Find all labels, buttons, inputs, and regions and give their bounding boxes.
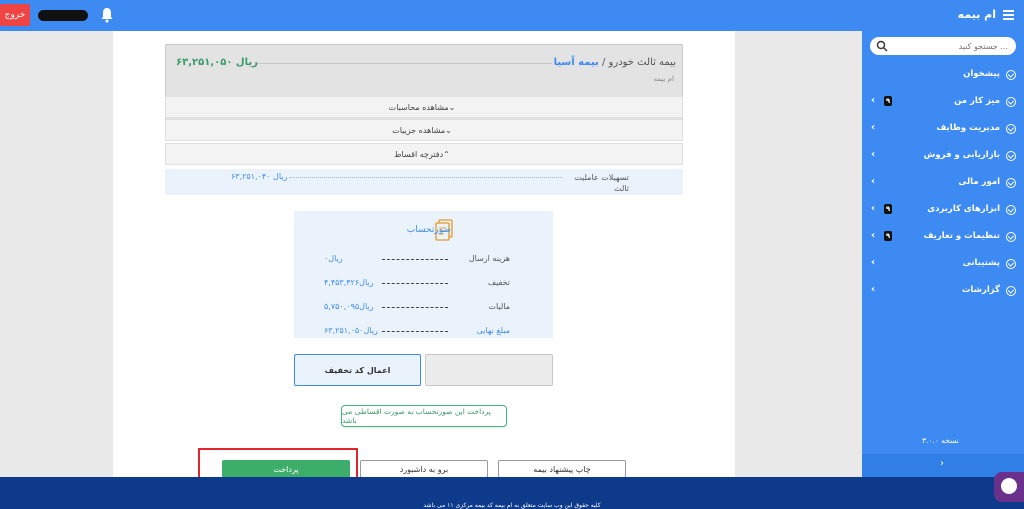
- invoice-row-label: مبلغ نهایی: [476, 326, 510, 335]
- sidebar-item-label: امور مالی: [958, 177, 1000, 187]
- invoice-row-value: ۶۳,۲۵۱,۰۵۰ریال: [324, 326, 378, 335]
- invoice-panel: صورتحساب هزینه ارسال ۰ریال تخفیف ۴,۴۵۳,۴…: [294, 211, 553, 338]
- divider: [289, 177, 563, 178]
- check-circle-icon: [1006, 124, 1016, 134]
- sidebar-item-task-management[interactable]: ‹ مدیریت وظایف: [862, 119, 1024, 139]
- chat-icon: [1001, 478, 1017, 494]
- print-proposal-button[interactable]: چاپ پیشنهاد بیمه: [498, 460, 626, 478]
- sidebar-item-label: تنظیمات و تعاریف: [923, 231, 1000, 241]
- app-title: ام بیمه: [957, 8, 996, 21]
- chevron-up-icon: ⌃: [443, 149, 450, 159]
- check-circle-icon: [1006, 178, 1016, 188]
- policy-title: بیمه ثالث خودرو / بیمه آسیا: [554, 57, 676, 68]
- invoice-row-tax: مالیات ۵,۷۵۰,۰۹۵ریال: [324, 302, 510, 314]
- facility-row: تسهیلات عاملیت ثالث ۶۳,۲۵۱,۰۴۰ ریال: [165, 169, 683, 195]
- exit-button[interactable]: خروج: [0, 4, 30, 26]
- policy-subtitle: ام بیمه: [653, 75, 674, 83]
- search-box: [870, 37, 1016, 55]
- sidebar-item-tools[interactable]: ‹ ۹ ابزارهای کاربردی: [862, 200, 1024, 220]
- chevron-down-icon: ⌄: [448, 102, 456, 112]
- discount-code-input[interactable]: [425, 354, 553, 386]
- invoice-row-shipping: هزینه ارسال ۰ریال: [324, 254, 510, 266]
- facility-label: تسهیلات عاملیت ثالث: [574, 173, 629, 194]
- chevron-left-icon: ‹: [871, 257, 876, 268]
- policy-type: بیمه ثالث خودرو: [608, 57, 676, 68]
- chevron-left-icon: ‹: [871, 284, 876, 295]
- accordion-calculations[interactable]: مشاهده محاسبات ⌄: [165, 96, 683, 118]
- sidebar-item-label: میز کار من: [954, 96, 1000, 106]
- sidebar-item-finance[interactable]: ‹ امور مالی: [862, 173, 1024, 193]
- breadcrumb-separator: /: [601, 57, 606, 68]
- sidebar-item-marketing-sales[interactable]: ‹ بازاریابی و فروش: [862, 146, 1024, 166]
- chevron-down-icon: ⌄: [445, 125, 452, 135]
- invoice-row-label: تخفیف: [487, 278, 510, 287]
- sidebar-item-label: پشتیبانی: [962, 258, 1000, 268]
- notification-badge: ۹: [884, 204, 892, 214]
- menu-icon[interactable]: [1003, 10, 1014, 20]
- sidebar-item-reports[interactable]: ‹ گزارشات: [862, 281, 1024, 301]
- sidebar-item-my-desk[interactable]: ‹ ۹ میز کار من: [862, 92, 1024, 112]
- search-input[interactable]: [890, 39, 1008, 53]
- discount-code-section: اعمال کد تخفیف: [294, 354, 553, 386]
- check-circle-icon: [1006, 205, 1016, 215]
- sidebar-item-label: ابزارهای کاربردی: [927, 204, 1000, 214]
- user-name-redacted[interactable]: [38, 10, 88, 21]
- chat-widget-button[interactable]: [994, 472, 1024, 502]
- chevron-left-icon: ‹: [871, 203, 876, 214]
- check-circle-icon: [1006, 286, 1016, 296]
- sidebar-item-label: پیشخوان: [963, 69, 1000, 79]
- go-to-dashboard-button[interactable]: برو به داشبورد: [360, 460, 488, 478]
- apply-discount-button[interactable]: اعمال کد تخفیف: [294, 354, 421, 386]
- accordion-details[interactable]: مشاهده جزییات ⌄: [165, 119, 683, 141]
- insurer-link[interactable]: بیمه آسیا: [554, 57, 599, 68]
- divider: [256, 63, 552, 64]
- main-content: بیمه ثالث خودرو / بیمه آسیا ام بیمه ۶۳,۲…: [113, 31, 735, 478]
- footer: کلیه حقوق این وب سایت متعلق به ام بیمه ک…: [0, 477, 1024, 509]
- check-circle-icon: [1006, 70, 1016, 80]
- installment-notice: پرداخت این صورتحساب به صورت اقساطی می با…: [341, 405, 507, 427]
- sidebar-item-support[interactable]: ‹ پشتیبانی: [862, 254, 1024, 274]
- accordion-label: دفترچه اقساط: [394, 149, 444, 159]
- sidebar-item-dashboard[interactable]: پیشخوان: [862, 65, 1024, 85]
- sidebar-item-settings[interactable]: ‹ ۹ تنظیمات و تعاریف: [862, 227, 1024, 247]
- check-circle-icon: [1006, 151, 1016, 161]
- sidebar-item-label: گزارشات: [961, 285, 1000, 295]
- sidebar-item-label: مدیریت وظایف: [936, 123, 1000, 133]
- invoice-row-discount: تخفیف ۴,۴۵۳,۴۲۶ریال: [324, 278, 510, 290]
- chevron-left-icon: ‹: [871, 230, 876, 241]
- invoice-row-value: ۵,۷۵۰,۰۹۵ریال: [324, 302, 374, 311]
- footer-copyright: کلیه حقوق این وب سایت متعلق به ام بیمه ک…: [423, 502, 601, 509]
- chevron-left-icon: ‹: [871, 149, 876, 160]
- search-icon[interactable]: [876, 40, 888, 52]
- invoice-title: صورتحساب: [406, 225, 451, 235]
- invoice-row-label: هزینه ارسال: [468, 254, 510, 263]
- chevron-right-icon: ›: [940, 458, 944, 469]
- accordion-installments[interactable]: دفترچه اقساط ⌃: [165, 143, 683, 165]
- chevron-left-icon: ‹: [871, 176, 876, 187]
- policy-price: ۶۳,۲۵۱,۰۵۰ ریال: [176, 57, 258, 68]
- check-circle-icon: [1006, 232, 1016, 242]
- invoice-row-value: ۰ریال: [324, 254, 343, 263]
- top-bar: خروج ام بیمه: [0, 0, 1024, 31]
- invoice-row-label: مالیات: [488, 302, 510, 311]
- check-circle-icon: [1006, 259, 1016, 269]
- chevron-left-icon: ‹: [871, 122, 876, 133]
- sidebar: پیشخوان ‹ ۹ میز کار من ‹ مدیریت وظایف ‹ …: [862, 31, 1024, 477]
- version-label: نسخه ۳.۰.۰: [922, 436, 959, 445]
- facility-value: ۶۳,۲۵۱,۰۴۰ ریال: [231, 172, 288, 181]
- notification-badge: ۹: [884, 96, 892, 106]
- invoice-row-value: ۴,۴۵۳,۴۲۶ریال: [324, 278, 374, 287]
- check-circle-icon: [1006, 97, 1016, 107]
- chevron-left-icon: ‹: [871, 95, 876, 106]
- accordion-label: مشاهده جزییات: [392, 125, 446, 135]
- sidebar-item-label: بازاریابی و فروش: [923, 150, 1000, 160]
- bell-icon[interactable]: [100, 7, 114, 23]
- notification-badge: ۹: [884, 231, 892, 241]
- invoice-row-total: مبلغ نهایی ۶۳,۲۵۱,۰۵۰ریال: [324, 326, 510, 338]
- accordion-label: مشاهده محاسبات: [388, 102, 449, 112]
